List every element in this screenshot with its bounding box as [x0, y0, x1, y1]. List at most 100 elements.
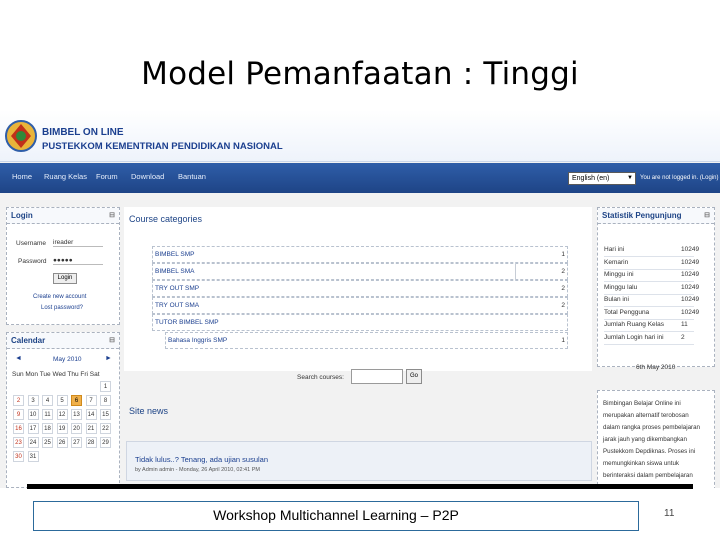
- chevron-down-icon: ▼: [627, 175, 633, 181]
- calendar-day[interactable]: 2: [13, 395, 24, 406]
- calendar-day[interactable]: 5: [56, 395, 68, 406]
- calendar-day[interactable]: 29: [100, 437, 111, 448]
- calendar-day[interactable]: 18: [42, 423, 53, 434]
- calendar-day[interactable]: 30: [13, 451, 24, 462]
- login-button[interactable]: Login: [53, 273, 77, 284]
- calendar-day[interactable]: 8: [100, 395, 111, 406]
- category-row[interactable]: BIMBEL SMA 2: [152, 263, 568, 280]
- calendar-day[interactable]: 27: [71, 437, 82, 448]
- category-count: 1: [561, 251, 565, 258]
- nav-bantuan[interactable]: Bantuan: [178, 172, 206, 181]
- calendar-day[interactable]: 28: [85, 437, 97, 448]
- login-block-header: Login ⊟: [7, 208, 119, 224]
- language-select[interactable]: English (en) ▼: [568, 172, 636, 185]
- category-row[interactable]: TRY OUT SMP 2: [152, 280, 568, 297]
- calendar-month: May 2010: [53, 356, 82, 363]
- login-title: Login: [11, 211, 33, 220]
- stat-value: 10249: [681, 258, 700, 266]
- category-count: 2: [561, 268, 565, 275]
- next-month-icon[interactable]: ►: [105, 355, 112, 362]
- password-input[interactable]: ●●●●●: [53, 257, 103, 265]
- search-go-button[interactable]: Go: [406, 369, 422, 384]
- calendar-day[interactable]: 19: [56, 423, 68, 434]
- nav-download[interactable]: Download: [131, 172, 164, 181]
- calendar-day[interactable]: 9: [13, 409, 24, 420]
- collapse-icon[interactable]: ⊟: [704, 211, 710, 219]
- calendar-day[interactable]: 16: [13, 423, 24, 434]
- brand-name: BIMBEL ON LINE: [42, 127, 124, 138]
- about-line: jarak jauh yang dikembangkan: [603, 436, 687, 443]
- calendar-day[interactable]: 31: [27, 451, 39, 462]
- calendar-day[interactable]: 23: [13, 437, 24, 448]
- calendar-day[interactable]: 15: [100, 409, 111, 420]
- calendar-header: Calendar ⊟: [7, 333, 119, 349]
- category-row[interactable]: TRY OUT SMA 2: [152, 297, 568, 314]
- password-label: Password: [18, 258, 47, 265]
- news-item-meta: by Admin admin - Monday, 26 April 2010, …: [135, 467, 260, 473]
- category-name[interactable]: TRY OUT SMP: [155, 285, 199, 292]
- column-divider: [515, 264, 516, 280]
- stat-value: 10249: [681, 271, 700, 278]
- stat-label: Kemarin: [604, 258, 629, 266]
- category-count: 1: [561, 337, 565, 344]
- calendar-day[interactable]: 25: [42, 437, 53, 448]
- stat-label: Hari ini: [604, 246, 625, 253]
- category-name[interactable]: TRY OUT SMA: [155, 302, 199, 309]
- calendar-day[interactable]: 13: [71, 409, 82, 420]
- calendar-day[interactable]: 1: [100, 381, 111, 392]
- calendar-day[interactable]: 22: [100, 423, 111, 434]
- collapse-icon[interactable]: ⊟: [109, 336, 115, 344]
- course-categories-title: Course categories: [129, 214, 203, 224]
- calendar-weekdays: Sun Mon Tue Wed Thu Fri Sat: [12, 371, 100, 378]
- stat-label: Total Pengguna: [604, 308, 650, 316]
- login-status[interactable]: You are not logged in. (Login): [640, 175, 719, 181]
- username-label: Username: [16, 240, 46, 247]
- calendar-day[interactable]: 7: [85, 395, 97, 406]
- category-name[interactable]: BIMBEL SMA: [155, 268, 195, 275]
- collapse-icon[interactable]: ⊟: [109, 211, 115, 219]
- stat-value: 11: [681, 321, 688, 328]
- calendar-block: Calendar ⊟ ◄ May 2010 ► Sun Mon Tue Wed …: [6, 332, 120, 488]
- calendar-day[interactable]: 20: [71, 423, 82, 434]
- category-name[interactable]: TUTOR BIMBEL SMP: [155, 319, 219, 326]
- calendar-day[interactable]: 26: [56, 437, 68, 448]
- search-courses-input[interactable]: [351, 369, 403, 384]
- calendar-day[interactable]: 17: [27, 423, 39, 434]
- category-row[interactable]: Bahasa Inggris SMP 1: [165, 332, 568, 349]
- stat-label: Jumlah Ruang Kelas: [604, 321, 664, 328]
- category-name[interactable]: Bahasa Inggris SMP: [168, 337, 227, 344]
- nav-ruang-kelas[interactable]: Ruang Kelas: [44, 172, 87, 181]
- calendar-day[interactable]: 3: [27, 395, 39, 406]
- category-count: 2: [561, 302, 565, 309]
- stat-divider: [604, 268, 694, 270]
- category-count: 2: [561, 285, 565, 292]
- site-news-title: Site news: [129, 406, 169, 416]
- calendar-day[interactable]: 21: [85, 423, 97, 434]
- about-line: dalam rangka proses pembelajaran: [603, 424, 700, 431]
- about-line: berinteraksi dalam pembelajaran: [603, 472, 693, 479]
- calendar-day[interactable]: 10: [27, 409, 39, 420]
- calendar-day[interactable]: 6: [71, 395, 82, 406]
- nav-forum[interactable]: Forum: [96, 172, 118, 181]
- stat-divider: [604, 306, 694, 307]
- category-row[interactable]: BIMBEL SMP 1: [152, 246, 568, 263]
- calendar-day[interactable]: 14: [85, 409, 97, 420]
- username-input[interactable]: ireader: [53, 239, 103, 247]
- calendar-day[interactable]: 12: [56, 409, 68, 420]
- stat-value: 2: [681, 333, 685, 341]
- create-account-link[interactable]: Create new account: [33, 294, 86, 300]
- news-item-title[interactable]: Tidak lulus..? Tenang, ada ujian susulan: [135, 455, 268, 464]
- calendar-day[interactable]: 24: [27, 437, 39, 448]
- calendar-day[interactable]: 4: [42, 395, 53, 406]
- stat-label: Minggu lalu: [604, 283, 638, 291]
- website-screenshot: BIMBEL ON LINE PUSTEKKOM KEMENTRIAN PEND…: [0, 110, 720, 488]
- category-row[interactable]: TUTOR BIMBEL SMP: [152, 314, 568, 331]
- category-name[interactable]: BIMBEL SMP: [155, 251, 195, 258]
- about-line: merupakan alternatif terobosan: [603, 412, 689, 419]
- stat-value: 10249: [681, 296, 700, 303]
- about-line: Bimbingan Belajar Online ini: [603, 400, 681, 407]
- nav-home[interactable]: Home: [12, 172, 32, 181]
- lost-password-link[interactable]: Lost password?: [41, 305, 83, 311]
- prev-month-icon[interactable]: ◄: [15, 355, 22, 362]
- calendar-day[interactable]: 11: [42, 409, 53, 420]
